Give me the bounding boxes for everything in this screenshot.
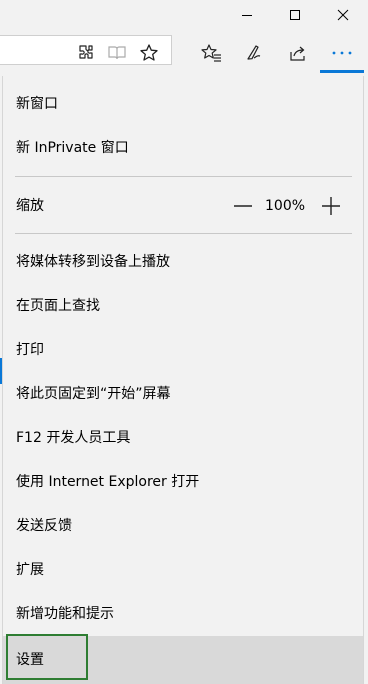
browser-toolbar <box>0 30 368 76</box>
favorites-hub-button[interactable] <box>198 40 224 66</box>
web-note-button[interactable] <box>241 40 267 66</box>
maximize-icon <box>290 10 300 20</box>
extensions-icon <box>79 45 93 59</box>
zoom-out-button[interactable] <box>231 194 255 218</box>
menu-item-extensions[interactable]: 扩展 <box>3 548 363 592</box>
share-icon <box>290 46 305 61</box>
menu-item-new-inprivate-window[interactable]: 新 InPrivate 窗口 <box>3 126 363 170</box>
menu-item-cast-media[interactable]: 将媒体转移到设备上播放 <box>3 240 363 284</box>
zoom-row: 缩放 100% <box>3 184 363 228</box>
favorite-star-icon <box>140 44 158 61</box>
close-button[interactable] <box>320 0 366 30</box>
minus-icon <box>234 205 252 207</box>
more-icon <box>332 51 352 55</box>
zoom-level: 100% <box>265 198 306 214</box>
menu-item-f12-developer-tools[interactable]: F12 开发人员工具 <box>3 416 363 460</box>
more-button[interactable] <box>329 40 355 66</box>
title-bar <box>0 0 368 30</box>
favorites-hub-icon <box>201 44 221 62</box>
more-actions-menu: 新窗口 新 InPrivate 窗口 缩放 100% 将媒体转移到设备上播放 在… <box>2 76 364 684</box>
close-icon <box>337 9 349 21</box>
add-favorite-button[interactable] <box>136 40 162 66</box>
reading-view-icon <box>108 46 126 60</box>
menu-divider <box>15 176 352 177</box>
more-button-active-indicator <box>320 70 364 73</box>
menu-item-print[interactable]: 打印 <box>3 328 363 372</box>
menu-item-open-with-ie[interactable]: 使用 Internet Explorer 打开 <box>3 460 363 504</box>
zoom-label: 缩放 <box>16 198 44 214</box>
menu-item-new-window[interactable]: 新窗口 <box>3 82 363 126</box>
minimize-icon <box>242 15 252 16</box>
page-focus-indicator <box>0 358 2 384</box>
menu-item-whats-new-tips[interactable]: 新增功能和提示 <box>3 592 363 636</box>
menu-item-pin-to-start[interactable]: 将此页固定到“开始”屏幕 <box>3 372 363 416</box>
menu-item-send-feedback[interactable]: 发送反馈 <box>3 504 363 548</box>
settings-highlight-box <box>6 634 88 680</box>
plus-icon <box>322 197 340 215</box>
zoom-in-button[interactable] <box>319 194 343 218</box>
share-button[interactable] <box>285 40 311 66</box>
menu-divider <box>15 233 352 234</box>
minimize-button[interactable] <box>224 0 270 30</box>
reading-view-button[interactable] <box>104 40 130 66</box>
pen-icon <box>247 45 261 60</box>
maximize-button[interactable] <box>272 0 318 30</box>
menu-item-find-on-page[interactable]: 在页面上查找 <box>3 284 363 328</box>
extensions-button[interactable] <box>73 40 99 66</box>
